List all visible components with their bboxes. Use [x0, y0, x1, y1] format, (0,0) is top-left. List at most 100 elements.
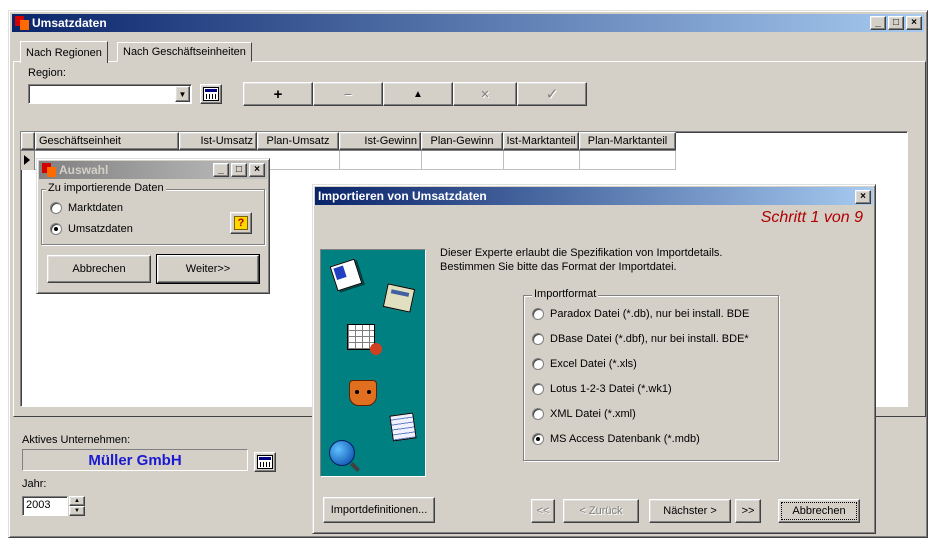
radio-umsatzdaten[interactable]: Umsatzdaten [50, 223, 133, 235]
column-header[interactable]: Plan-Marktanteil [579, 132, 676, 150]
column-header[interactable]: Geschäftseinheit [35, 132, 179, 150]
option-label: Paradox Datei (*.db), nur bei install. B… [550, 308, 750, 320]
wizard-description-2: Bestimmen Sie bitte das Format der Impor… [440, 261, 677, 273]
year-spin-down[interactable]: ▼ [69, 506, 85, 516]
import-definitions-button[interactable]: Importdefinitionen... [323, 497, 435, 523]
step-indicator: Schritt 1 von 9 [760, 209, 863, 226]
globe-search-icon [329, 440, 360, 472]
importformat-group: Importformat Paradox Datei (*.db), nur b… [523, 288, 779, 461]
wizard-illustration [320, 249, 426, 477]
company-label: Aktives Unternehmen: [22, 434, 131, 446]
import-cancel-button[interactable]: Abbrechen [778, 499, 860, 523]
auswahl-title: Auswahl [59, 163, 109, 177]
import-titlebar[interactable]: Importieren von Umsatzdaten × [315, 187, 873, 205]
column-header[interactable]: Plan-Gewinn [421, 132, 503, 150]
calendar-icon [203, 87, 219, 101]
company-name: Müller GmbH [88, 451, 182, 469]
option-label: Umsatzdaten [68, 223, 133, 235]
document-icon [329, 258, 363, 292]
minimize-button[interactable]: _ [870, 16, 886, 30]
radio-icon [532, 383, 544, 395]
checkmark-icon: ✓ [545, 86, 559, 103]
column-header[interactable]: Plan-Umsatz [257, 132, 339, 150]
grid-header: Geschäftseinheit Ist-Umsatz Plan-Umsatz … [21, 132, 676, 151]
year-input[interactable]: 2003 [22, 496, 68, 516]
main-titlebar[interactable]: Umsatzdaten _ □ × [12, 14, 924, 32]
radio-icon [532, 333, 544, 345]
region-select[interactable]: ▼ [28, 84, 192, 104]
column-header[interactable]: Ist-Umsatz [179, 132, 257, 150]
auswahl-dialog: Auswahl _ □ × Zu importierende Daten Mar… [36, 158, 270, 294]
add-button[interactable]: + [243, 82, 313, 106]
tab-label: Nach Regionen [26, 46, 102, 59]
last-step-button[interactable]: >> [735, 499, 761, 523]
minus-icon: − [343, 86, 353, 102]
maximize-button[interactable]: □ [888, 16, 904, 30]
radio-icon [532, 433, 544, 445]
app-icon [42, 163, 56, 177]
move-up-button[interactable]: ▲ [383, 82, 453, 106]
option-label: XML Datei (*.xml) [550, 408, 636, 420]
tab-nach-geschaeftseinheiten[interactable]: Nach Geschäftseinheiten [117, 42, 252, 62]
radio-format-excel[interactable]: Excel Datei (*.xls) [532, 358, 637, 370]
folder-edit-icon [382, 283, 416, 313]
radio-icon [532, 358, 544, 370]
main-title: Umsatzdaten [32, 16, 107, 30]
confirm-edit-button[interactable]: ✓ [517, 82, 587, 106]
radio-icon [532, 408, 544, 420]
x-icon: ✕ [480, 88, 490, 101]
first-step-button[interactable]: << [531, 499, 555, 523]
radio-format-xml[interactable]: XML Datei (*.xml) [532, 408, 636, 420]
column-header[interactable]: Ist-Gewinn [339, 132, 421, 150]
maximize-button[interactable]: □ [231, 163, 247, 177]
option-label: DBase Datei (*.dbf), nur bei install. BD… [550, 333, 749, 345]
tab-nach-regionen[interactable]: Nach Regionen [20, 41, 108, 63]
calendar-icon [257, 455, 273, 469]
company-field: Müller GmbH [22, 449, 248, 471]
year-spin-up[interactable]: ▲ [69, 496, 85, 506]
help-icon: ? [234, 216, 248, 230]
radio-format-lotus[interactable]: Lotus 1-2-3 Datei (*.wk1) [532, 383, 672, 395]
radio-icon [50, 223, 62, 235]
region-calendar-button[interactable] [200, 84, 222, 104]
fox-icon [349, 380, 377, 406]
plus-icon: + [273, 85, 283, 103]
dropdown-arrow-icon[interactable]: ▼ [175, 86, 190, 102]
auswahl-titlebar[interactable]: Auswahl _ □ × [39, 161, 267, 179]
wizard-description-1: Dieser Experte erlaubt die Spezifikation… [440, 247, 723, 259]
back-button[interactable]: < Zurück [563, 499, 639, 523]
year-value: 2003 [26, 499, 51, 511]
minimize-button[interactable]: _ [213, 163, 229, 177]
help-button[interactable]: ? [230, 212, 252, 234]
header-indicator [21, 132, 35, 150]
auswahl-cancel-button[interactable]: Abbrechen [47, 255, 151, 283]
close-button[interactable]: × [906, 16, 922, 30]
radio-icon [532, 308, 544, 320]
triangle-up-icon: ▲ [413, 88, 423, 100]
year-label: Jahr: [22, 478, 47, 490]
option-label: Excel Datei (*.xls) [550, 358, 637, 370]
group-label: Importformat [532, 288, 599, 300]
radio-format-access[interactable]: MS Access Datenbank (*.mdb) [532, 433, 700, 445]
tab-label: Nach Geschäftseinheiten [123, 46, 246, 58]
column-header[interactable]: Ist-Marktanteil [503, 132, 579, 150]
radio-icon [50, 202, 62, 214]
next-button[interactable]: Nächster > [649, 499, 731, 523]
spreadsheet-icon [347, 324, 382, 355]
cancel-edit-button[interactable]: ✕ [453, 82, 517, 106]
import-title: Importieren von Umsatzdaten [318, 189, 487, 203]
notepad-icon [389, 412, 417, 442]
region-label: Region: [28, 67, 66, 79]
company-calendar-button[interactable] [254, 452, 276, 472]
radio-marktdaten[interactable]: Marktdaten [50, 202, 123, 214]
option-label: Lotus 1-2-3 Datei (*.wk1) [550, 383, 672, 395]
close-button[interactable]: × [855, 190, 871, 204]
auswahl-group: Zu importierende Daten Marktdaten Umsatz… [41, 182, 265, 245]
option-label: MS Access Datenbank (*.mdb) [550, 433, 700, 445]
radio-format-paradox[interactable]: Paradox Datei (*.db), nur bei install. B… [532, 308, 749, 320]
remove-button[interactable]: − [313, 82, 383, 106]
option-label: Marktdaten [68, 202, 124, 214]
close-button[interactable]: × [249, 163, 265, 177]
auswahl-next-button[interactable]: Weiter>> [156, 254, 260, 284]
radio-format-dbase[interactable]: DBase Datei (*.dbf), nur bei install. BD… [532, 333, 749, 345]
